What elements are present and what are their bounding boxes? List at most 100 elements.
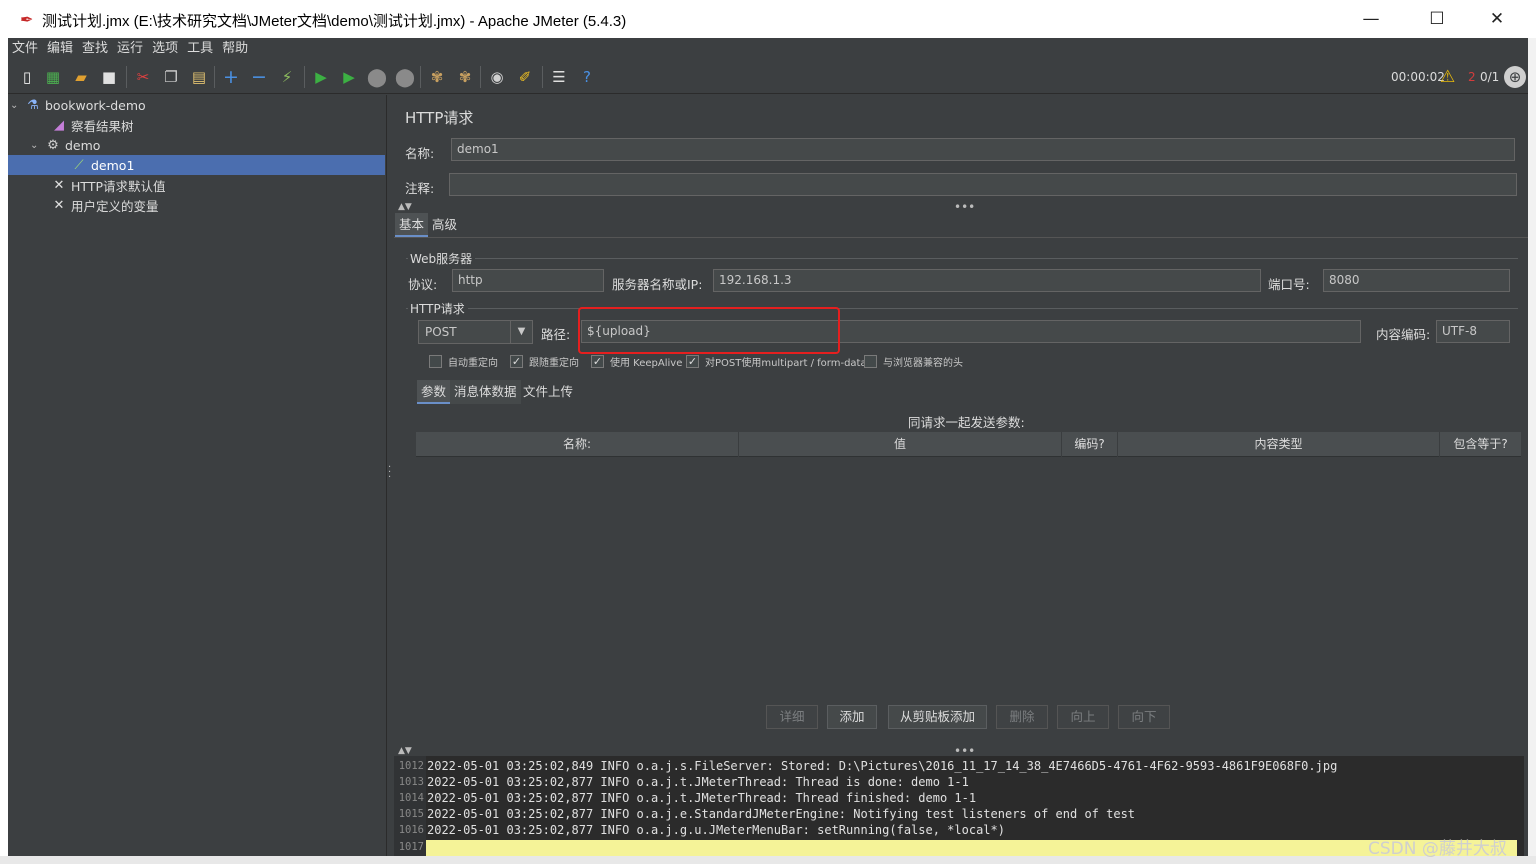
clear-all-icon[interactable]: ✾ — [454, 66, 476, 88]
pipette-icon: ⟋ — [74, 157, 84, 173]
menu-edit[interactable]: 编辑 — [47, 38, 78, 60]
reset-search-icon[interactable]: ✐ — [514, 66, 536, 88]
menu-options[interactable]: 选项 — [152, 38, 183, 60]
column-include-equals[interactable]: 包含等于? — [1440, 432, 1521, 457]
start-no-pauses-icon[interactable]: ▶ — [338, 66, 360, 88]
tree-node-http-sampler[interactable]: ⟋ demo1 — [8, 155, 385, 175]
toolbar-separator — [420, 66, 421, 88]
add-from-clipboard-button[interactable]: 从剪贴板添加 — [888, 705, 987, 729]
error-count: 2 — [1468, 70, 1476, 84]
tab-parameters[interactable]: 参数 — [417, 380, 451, 404]
method-value: POST — [425, 325, 457, 339]
column-value[interactable]: 值 — [739, 432, 1062, 457]
chevron-down-icon[interactable]: ▼ — [510, 321, 532, 343]
start-icon[interactable]: ▶ — [310, 66, 332, 88]
checkbox-browser-headers[interactable]: 与浏览器兼容的头 — [864, 354, 963, 369]
wrench-icon: ✕ — [53, 197, 65, 213]
check-icon[interactable]: ✓ — [686, 355, 699, 368]
checkbox-follow-redirect[interactable]: ✓ 跟随重定向 — [510, 354, 579, 369]
menu-file[interactable]: 文件 — [12, 38, 43, 60]
menu-tools[interactable]: 工具 — [187, 38, 218, 60]
tab-body-data[interactable]: 消息体数据 — [450, 380, 521, 404]
tree-node-user-variables[interactable]: ✕ 用户定义的变量 — [50, 195, 159, 215]
gear-icon: ⚙ — [47, 137, 59, 153]
column-name[interactable]: 名称: — [416, 432, 739, 457]
http-request-group: HTTP请求 — [406, 300, 1518, 317]
port-field[interactable]: 8080 — [1323, 269, 1510, 292]
check-icon[interactable]: ✓ — [510, 355, 523, 368]
method-select[interactable]: POST ▼ — [418, 320, 533, 344]
protocol-field[interactable]: http — [452, 269, 604, 292]
new-icon[interactable]: ▯ — [16, 66, 38, 88]
move-up-button[interactable]: 向上 — [1057, 705, 1109, 729]
tree-node-results-tree[interactable]: ◢ 察看结果树 — [50, 115, 134, 135]
move-down-button[interactable]: 向下 — [1118, 705, 1170, 729]
save-icon[interactable]: ■ — [98, 66, 120, 88]
search-icon[interactable]: ◉ — [486, 66, 508, 88]
protocol-label: 协议: — [408, 277, 438, 292]
window-title: 测试计划.jmx (E:\技术研究文档\JMeter文档\demo\测试计划.j… — [42, 13, 627, 30]
collapse-icon[interactable]: − — [248, 66, 270, 88]
comment-field[interactable] — [449, 173, 1517, 196]
tab-files-upload[interactable]: 文件上传 — [519, 380, 577, 404]
divider-grip[interactable]: ••• — [954, 744, 975, 758]
tree-node-thread-group[interactable]: ⌄ ⚙ demo — [30, 135, 100, 155]
tab-advanced[interactable]: 高级 — [428, 213, 461, 237]
function-helper-icon[interactable]: ☰ — [548, 66, 570, 88]
line-number: 1016 — [398, 824, 424, 836]
toggle-icon[interactable]: ⚡ — [276, 66, 298, 88]
tree-node-http-defaults[interactable]: ✕ HTTP请求默认值 — [50, 175, 166, 195]
menu-bar: 文件 编辑 查找 运行 选项 工具 帮助 — [8, 38, 1528, 60]
checkbox-multipart[interactable]: ✓ 对POST使用multipart / form-data — [686, 354, 867, 369]
server-field[interactable]: 192.168.1.3 — [713, 269, 1261, 292]
templates-icon[interactable]: ▦ — [42, 66, 64, 88]
maximize-button[interactable]: ☐ — [1414, 4, 1460, 34]
chevron-down-icon[interactable]: ⌄ — [10, 100, 24, 111]
clear-icon[interactable]: ✾ — [426, 66, 448, 88]
tree-node-test-plan[interactable]: ⌄ ⚗ bookwork-demo — [10, 95, 146, 115]
column-content-type[interactable]: 内容类型 — [1118, 432, 1440, 457]
port-label: 端口号: — [1268, 277, 1310, 292]
chevron-down-icon[interactable]: ⌄ — [30, 140, 44, 151]
menu-search[interactable]: 查找 — [82, 38, 113, 60]
check-icon[interactable]: ✓ — [591, 355, 604, 368]
splitter-grip[interactable]: · · · — [388, 463, 391, 483]
copy-icon[interactable]: ❐ — [160, 66, 182, 88]
params-table-body[interactable] — [416, 457, 1521, 697]
checkbox-unchecked[interactable] — [864, 355, 877, 368]
active-threads: 0/1 — [1480, 70, 1500, 84]
panel-splitter[interactable]: · · · — [386, 95, 394, 856]
log-scrollbar[interactable] — [1519, 756, 1524, 856]
warning-icon[interactable]: ⚠ — [1440, 67, 1455, 87]
log-line: 2022-05-01 03:25:02,849 INFO o.a.j.s.Fil… — [427, 759, 1338, 773]
help-icon[interactable]: ? — [576, 66, 598, 88]
divider-grip[interactable]: ••• — [954, 200, 975, 214]
remote-engine-icon[interactable]: ⊕ — [1504, 66, 1526, 88]
add-button[interactable]: 添加 — [827, 705, 877, 729]
menu-run[interactable]: 运行 — [117, 38, 148, 60]
paste-icon[interactable]: ▤ — [188, 66, 210, 88]
panel-title: HTTP请求 — [405, 109, 474, 127]
encoding-field[interactable]: UTF-8 — [1436, 320, 1510, 343]
checkbox-auto-redirect[interactable]: 自动重定向 — [429, 354, 498, 369]
close-button[interactable]: ✕ — [1474, 4, 1520, 34]
name-field[interactable]: demo1 — [451, 138, 1515, 161]
delete-button[interactable]: 删除 — [996, 705, 1048, 729]
tab-basic[interactable]: 基本 — [395, 213, 429, 237]
cut-icon[interactable]: ✂ — [132, 66, 154, 88]
expand-icon[interactable]: + — [220, 66, 242, 88]
log-viewer[interactable]: 1012 1013 1014 1015 1016 1017 2022-05-01… — [394, 756, 1524, 856]
checkbox-unchecked[interactable] — [429, 355, 442, 368]
collapse-arrows-icon[interactable]: ▲▼ — [398, 202, 412, 212]
minimize-button[interactable]: — — [1348, 4, 1394, 34]
current-line-highlight — [426, 840, 1517, 856]
menu-help[interactable]: 帮助 — [222, 38, 253, 60]
stop-icon[interactable]: ⬤ — [366, 66, 388, 88]
http-request-group-label: HTTP请求 — [408, 300, 468, 317]
collapse-arrows-icon[interactable]: ▲▼ — [398, 746, 412, 756]
column-encode[interactable]: 编码? — [1062, 432, 1118, 457]
shutdown-icon[interactable]: ⬤ — [394, 66, 416, 88]
detail-button[interactable]: 详细 — [766, 705, 818, 729]
open-icon[interactable]: ▰ — [70, 66, 92, 88]
checkbox-keepalive[interactable]: ✓ 使用 KeepAlive — [591, 354, 682, 369]
